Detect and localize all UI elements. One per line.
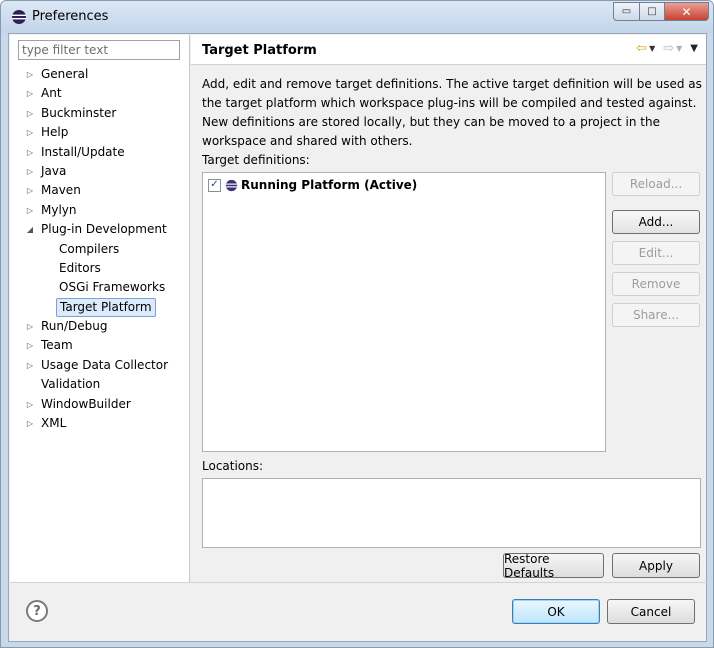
footer-separator bbox=[10, 582, 707, 583]
close-icon: ✕ bbox=[681, 4, 692, 19]
tree-item[interactable]: ▷ Mylyn bbox=[10, 201, 190, 220]
history-nav: ⇦ ▼ ⇨ ▼ ▼ bbox=[636, 41, 698, 56]
preferences-window: Preferences ▭ □ ✕ ▷ General ▷ Ant ▷ Buckminst… bbox=[0, 0, 714, 648]
preference-page: Target Platform ⇦ ▼ ⇨ ▼ ▼ Add, edit and … bbox=[191, 35, 706, 582]
tree-item[interactable]: ▷ Install/Update bbox=[10, 143, 190, 162]
tree-item-label: Usage Data Collector bbox=[41, 357, 169, 372]
tree-item[interactable]: ▷ Run/Debug bbox=[10, 317, 190, 336]
tree-item[interactable]: ▷ General bbox=[10, 65, 190, 84]
maximize-icon: □ bbox=[647, 6, 657, 17]
minimize-button[interactable]: ▭ bbox=[613, 2, 640, 21]
tree-item[interactable]: OSGi Frameworks bbox=[10, 278, 190, 297]
tree-item[interactable]: ▷ WindowBuilder bbox=[10, 395, 190, 414]
tree-item-label: Team bbox=[41, 338, 73, 353]
window-controls: ▭ □ ✕ bbox=[613, 2, 709, 21]
window-title: Preferences bbox=[32, 9, 109, 24]
apply-button[interactable]: Apply bbox=[612, 553, 700, 578]
tree-collapsed-arrow-icon[interactable]: ▷ bbox=[24, 84, 36, 103]
locations-label: Locations: bbox=[202, 459, 264, 473]
tree-item-label: WindowBuilder bbox=[41, 396, 131, 411]
tree-item[interactable]: Editors bbox=[10, 259, 190, 278]
tree-item[interactable]: ▷ Team bbox=[10, 336, 190, 355]
tree-item-label: Install/Update bbox=[41, 144, 125, 159]
tree-collapsed-arrow-icon[interactable]: ▷ bbox=[24, 317, 36, 336]
checkmark-icon: ✓ bbox=[210, 179, 219, 190]
page-title: Target Platform bbox=[202, 43, 317, 58]
view-menu-icon[interactable]: ▼ bbox=[690, 43, 698, 54]
tree-collapsed-arrow-icon[interactable]: ▷ bbox=[24, 143, 36, 162]
tree-item-label: Maven bbox=[41, 183, 81, 198]
tree-item-label: XML bbox=[41, 416, 67, 431]
target-definition-row[interactable]: ✓ Running Platform (Active) bbox=[208, 177, 417, 193]
tree-collapsed-arrow-icon[interactable]: ▷ bbox=[24, 395, 36, 414]
restore-defaults-button[interactable]: Restore Defaults bbox=[503, 552, 604, 580]
remove-button[interactable]: Remove bbox=[612, 272, 700, 296]
page-description: Add, edit and remove target definitions.… bbox=[202, 77, 702, 148]
eclipse-icon bbox=[12, 10, 26, 24]
tree-item[interactable]: ▷ Java bbox=[10, 162, 190, 181]
tree-item-label: Mylyn bbox=[41, 202, 77, 217]
tree-item-label: Buckminster bbox=[41, 105, 117, 120]
target-definitions-label: Target definitions: bbox=[202, 153, 310, 167]
tree-item-label: Target Platform bbox=[56, 297, 156, 317]
tree-collapsed-arrow-icon[interactable]: ▷ bbox=[24, 336, 36, 355]
page-header: Target Platform ⇦ ▼ ⇨ ▼ ▼ bbox=[191, 35, 706, 65]
tree-item-label: Help bbox=[41, 125, 69, 140]
back-arrow-icon[interactable]: ⇦ bbox=[636, 41, 647, 56]
tree-collapsed-arrow-icon[interactable]: ▷ bbox=[24, 201, 36, 220]
tree-collapsed-arrow-icon[interactable]: ▷ bbox=[24, 181, 36, 200]
tree-collapsed-arrow-icon[interactable]: ▷ bbox=[24, 123, 36, 142]
tree-item[interactable]: ▷ Usage Data Collector bbox=[10, 356, 190, 375]
tree-collapsed-arrow-icon[interactable]: ▷ bbox=[24, 356, 36, 375]
tree-item-label: Ant bbox=[41, 86, 62, 101]
share-button[interactable]: Share... bbox=[612, 303, 700, 327]
tree-item[interactable]: ▷ Buckminster bbox=[10, 104, 190, 123]
tree-item-label: Java bbox=[41, 163, 67, 178]
tree-collapsed-arrow-icon[interactable]: ▷ bbox=[24, 65, 36, 84]
maximize-button[interactable]: □ bbox=[640, 2, 665, 21]
tree-item-label: General bbox=[41, 67, 89, 81]
tree-item[interactable]: ▷ Help bbox=[10, 123, 190, 142]
edit-button[interactable]: Edit... bbox=[612, 241, 700, 265]
title-bar[interactable]: Preferences ▭ □ ✕ bbox=[1, 1, 713, 33]
tree-collapsed-arrow-icon[interactable]: ▷ bbox=[24, 162, 36, 181]
preference-tree: ▷ General ▷ Ant ▷ Buckminster ▷ Help ▷ Install/Up… bbox=[10, 65, 190, 433]
tree-item[interactable]: ▷ Maven bbox=[10, 181, 190, 200]
tree-item-label: Validation bbox=[41, 377, 101, 392]
reload-button[interactable]: Reload... bbox=[612, 172, 700, 196]
filter-input[interactable] bbox=[18, 40, 180, 60]
dialog-client-area: ▷ General ▷ Ant ▷ Buckminster ▷ Help ▷ Install/Up… bbox=[8, 33, 707, 642]
tree-expanded-arrow-icon[interactable]: ◢ bbox=[24, 220, 36, 239]
tree-item[interactable]: ▷ XML bbox=[10, 414, 190, 433]
target-definitions-list[interactable]: ✓ Running Platform (Active) bbox=[202, 172, 606, 452]
back-history-dropdown-icon[interactable]: ▼ bbox=[649, 44, 655, 53]
locations-list[interactable] bbox=[202, 478, 701, 548]
tree-item[interactable]: ▷ Ant bbox=[10, 84, 190, 103]
minimize-icon: ▭ bbox=[621, 6, 632, 17]
tree-collapsed-arrow-icon[interactable]: ▷ bbox=[24, 104, 36, 123]
target-platform-icon bbox=[225, 179, 238, 191]
help-icon[interactable]: ? bbox=[26, 600, 48, 622]
close-button[interactable]: ✕ bbox=[665, 2, 709, 21]
forward-arrow-icon[interactable]: ⇨ bbox=[663, 41, 674, 56]
tree-item[interactable]: ◢ Plug-in Development bbox=[10, 220, 190, 239]
forward-history-dropdown-icon[interactable]: ▼ bbox=[676, 44, 682, 53]
target-definition-label: Running Platform (Active) bbox=[241, 178, 418, 192]
cancel-button[interactable]: Cancel bbox=[607, 599, 695, 624]
tree-item-label: Editors bbox=[59, 260, 101, 275]
add-button[interactable]: Add... bbox=[612, 210, 700, 234]
active-target-checkbox[interactable]: ✓ bbox=[208, 178, 221, 192]
tree-item-label: OSGi Frameworks bbox=[59, 280, 166, 295]
tree-item[interactable]: Compilers bbox=[10, 240, 190, 259]
tree-item[interactable]: Target Platform bbox=[10, 297, 190, 317]
tree-collapsed-arrow-icon[interactable]: ▷ bbox=[24, 414, 36, 433]
tree-item-label: Run/Debug bbox=[41, 319, 108, 334]
tree-item-label: Compilers bbox=[59, 241, 120, 256]
preference-tree-pane: ▷ General ▷ Ant ▷ Buckminster ▷ Help ▷ Install/Up… bbox=[10, 35, 190, 582]
tree-item-label: Plug-in Development bbox=[41, 222, 167, 237]
tree-item[interactable]: Validation bbox=[10, 375, 190, 394]
ok-button[interactable]: OK bbox=[512, 599, 600, 624]
